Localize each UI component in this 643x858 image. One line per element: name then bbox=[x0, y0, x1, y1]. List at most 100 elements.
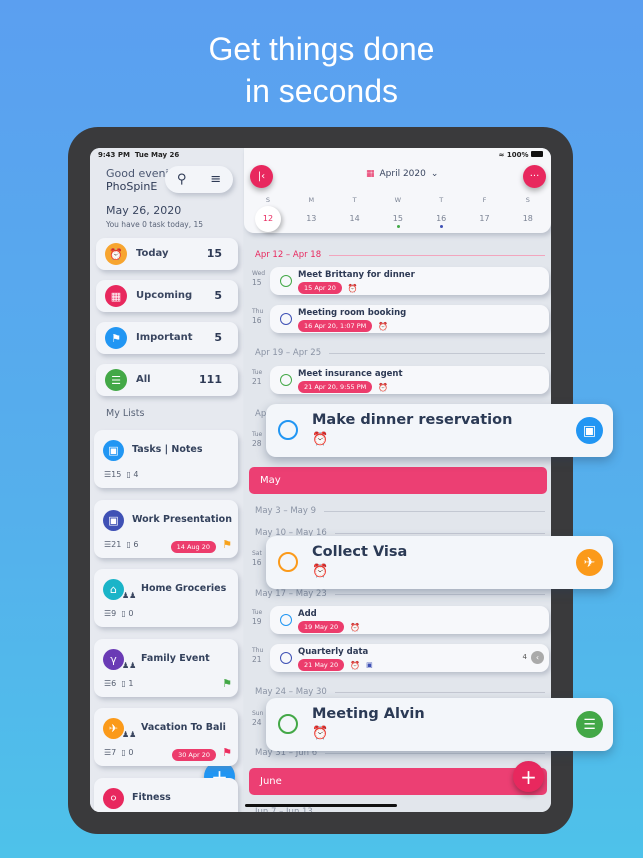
day-number: 15 bbox=[252, 278, 262, 287]
calendar-day[interactable]: 15 bbox=[389, 214, 407, 223]
flag-icon: ⚑ bbox=[222, 537, 232, 551]
due-date-badge: 21 May 20 bbox=[298, 659, 345, 671]
list-card[interactable]: ▣ Tasks | Notes ☰15 ▯ 4 bbox=[94, 430, 238, 488]
week-range-label: May 3 – May 9 bbox=[255, 506, 317, 516]
week-range-label: Ap bbox=[255, 409, 267, 419]
airplane-icon: ✈ bbox=[103, 718, 124, 739]
task-row[interactable]: Quarterly data 21 May 20 ⏰ ▣ 4 ‹ bbox=[270, 644, 549, 672]
home-icon: ⌂ bbox=[103, 579, 124, 600]
wifi-icon: ≈ bbox=[498, 151, 505, 159]
divider bbox=[334, 532, 545, 534]
list-card[interactable]: γ ♟♟ Family Event ☰6 ▯ 1 ⚑ bbox=[94, 638, 238, 697]
week-range-header: May 3 – May 9 bbox=[255, 506, 545, 516]
task-count: 7 bbox=[111, 748, 117, 757]
alarm-icon: ⏰ bbox=[312, 726, 329, 741]
note-icon: ▯ bbox=[121, 748, 126, 757]
weekday-label: W bbox=[394, 196, 402, 204]
current-date: May 26, 2020 bbox=[106, 204, 182, 217]
month-label: April 2020 bbox=[379, 169, 426, 179]
nav-item-upcoming[interactable]: ▦ Upcoming 5 bbox=[96, 280, 238, 312]
bicycle-icon: ⚪ bbox=[103, 787, 124, 809]
task-row[interactable]: Meet Brittany for dinner 15 Apr 20 ⏰ bbox=[270, 267, 549, 295]
day-of-week: Tue bbox=[252, 369, 263, 376]
add-task-button[interactable]: + bbox=[513, 761, 544, 792]
task-count: 9 bbox=[111, 609, 117, 618]
headline-line-2: in seconds bbox=[245, 73, 398, 109]
weekday-label: T bbox=[439, 196, 444, 204]
complete-checkbox[interactable] bbox=[280, 374, 292, 386]
month-selector[interactable]: ▦ April 2020 ⌄ bbox=[366, 169, 438, 179]
week-range-label: Jun 7 – Jun 13 bbox=[255, 807, 313, 812]
complete-checkbox[interactable] bbox=[280, 275, 292, 287]
alarm-icon: ⏰ bbox=[378, 321, 389, 331]
calendar-day[interactable]: 16 bbox=[432, 214, 450, 223]
complete-checkbox[interactable] bbox=[278, 552, 298, 572]
list-card[interactable]: ⚪ Fitness bbox=[94, 777, 238, 812]
day-label: Thu 21 bbox=[252, 646, 263, 664]
sort-icon[interactable]: ≡ bbox=[210, 172, 221, 187]
collapse-sidebar-button[interactable]: |‹ bbox=[250, 165, 273, 188]
calendar-day[interactable]: 18 bbox=[519, 214, 537, 223]
day-of-week: Sat bbox=[252, 550, 262, 557]
more-icon: ··· bbox=[529, 171, 540, 182]
day-number: 21 bbox=[252, 655, 262, 664]
task-popup-card[interactable]: Make dinner reservation ⏰ ▣ bbox=[266, 404, 613, 457]
weekday-label: S bbox=[265, 196, 271, 204]
list-card[interactable]: ✈ ♟♟ Vacation To Bali ☰7 ▯ 0 30 Apr 20 ⚑ bbox=[94, 708, 238, 766]
alarm-icon: ⏰ bbox=[312, 432, 329, 447]
divider bbox=[325, 752, 545, 754]
list-card[interactable]: ▣ Work Presentation ☰21 ▯ 6 14 Aug 20 ⚑ bbox=[94, 499, 238, 558]
day-label: Sun 24 bbox=[252, 709, 263, 727]
task-row[interactable]: Meeting room booking 16 Apr 20, 1:07 PM … bbox=[270, 305, 549, 333]
list-name: Vacation To Bali bbox=[141, 722, 226, 733]
day-of-week: Tue bbox=[252, 609, 263, 616]
calendar-day[interactable]: 13 bbox=[302, 214, 320, 223]
complete-checkbox[interactable] bbox=[280, 614, 292, 626]
day-label: Tue 28 bbox=[252, 430, 262, 448]
task-popup-card[interactable]: Meeting Alvin ⏰ ☰ bbox=[266, 698, 613, 751]
month-label: June bbox=[260, 776, 282, 787]
battery-icon bbox=[531, 151, 543, 157]
nav-item-today[interactable]: ⏰ Today 15 bbox=[96, 238, 238, 270]
nav-count: 15 bbox=[206, 247, 222, 260]
complete-checkbox[interactable] bbox=[278, 420, 298, 440]
complete-checkbox[interactable] bbox=[278, 714, 298, 734]
headline-line-1: Get things done bbox=[208, 31, 435, 67]
shared-people-icon: ♟♟ bbox=[122, 660, 137, 670]
task-title: Meet insurance agent bbox=[298, 369, 403, 379]
task-row[interactable]: Add 19 May 20 ⏰ bbox=[270, 606, 549, 634]
task-row[interactable]: Meet insurance agent 21 Apr 20, 9:55 PM … bbox=[270, 366, 549, 394]
status-time: 9:43 PM bbox=[98, 151, 130, 159]
list-card[interactable]: ⌂ ♟♟ Home Groceries ☰9 ▯ 0 bbox=[94, 569, 238, 627]
task-popup-card[interactable]: Collect Visa ⏰ ✈ bbox=[266, 536, 613, 589]
nav-item-all[interactable]: ☰ All 111 bbox=[96, 364, 238, 396]
task-title: Add bbox=[298, 609, 317, 619]
sidebar: 9:43 PM Tue May 26 Good evenin PhoSpinE … bbox=[90, 148, 243, 812]
search-icon[interactable]: ⚲ bbox=[177, 172, 187, 187]
alarm-icon: ⏰ bbox=[350, 622, 361, 632]
day-number: 16 bbox=[252, 316, 262, 325]
calendar-day[interactable]: 14 bbox=[346, 214, 364, 223]
divider bbox=[320, 811, 545, 812]
complete-checkbox[interactable] bbox=[280, 652, 292, 664]
note-count: 1 bbox=[128, 678, 134, 688]
note-count: 0 bbox=[128, 748, 134, 757]
week-range-header: May 24 – May 30 bbox=[255, 687, 545, 697]
due-date-badge: 30 Apr 20 bbox=[172, 749, 216, 761]
nav-label: All bbox=[136, 374, 151, 385]
shared-people-icon: ♟♟ bbox=[122, 591, 137, 600]
day-label: Thu 16 bbox=[252, 307, 263, 325]
note-icon: ▯ bbox=[126, 539, 131, 549]
nav-item-important[interactable]: ⚑ Important 5 bbox=[96, 322, 238, 354]
alarm-icon: ⏰ bbox=[378, 382, 389, 392]
complete-checkbox[interactable] bbox=[280, 313, 292, 325]
weekday-label: M bbox=[308, 196, 315, 204]
list-name: Fitness bbox=[132, 791, 171, 803]
calendar-day[interactable]: 12 bbox=[259, 214, 277, 223]
more-options-button[interactable]: ··· bbox=[523, 165, 546, 188]
status-date: Tue May 26 bbox=[134, 151, 180, 159]
today-summary: You have 0 task today, 15 bbox=[106, 220, 204, 229]
expand-chevron-icon[interactable]: ‹ bbox=[531, 651, 544, 664]
day-label: Wed 15 bbox=[252, 269, 265, 287]
calendar-day[interactable]: 17 bbox=[476, 214, 494, 223]
